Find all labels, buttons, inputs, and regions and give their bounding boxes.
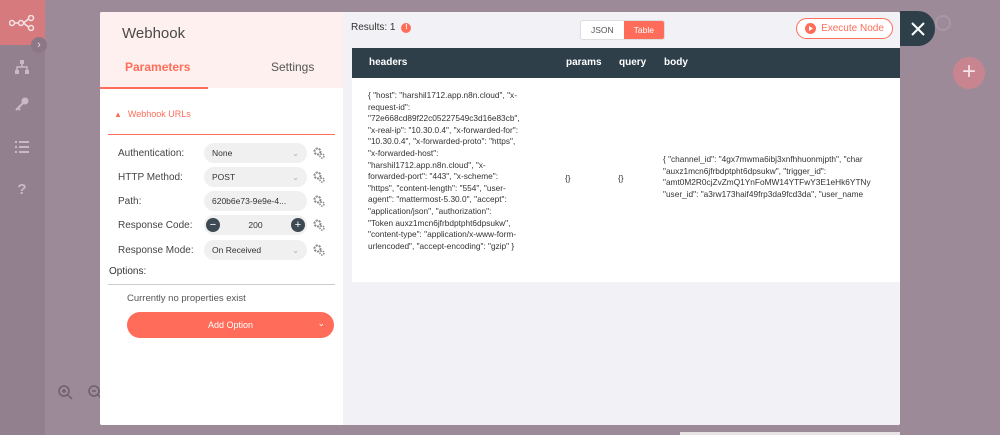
body-line: "auxz1mcn6jfrbdptpht6dpsukw", "trigger_i… bbox=[663, 165, 827, 176]
no-properties-text: Currently no properties exist bbox=[127, 293, 246, 304]
add-option-label: Add Option bbox=[207, 320, 254, 330]
tab-parameters[interactable]: Parameters bbox=[125, 60, 190, 74]
headers-line: "https", "content-length": "554", "user- bbox=[368, 182, 506, 193]
authentication-row: Authentication: None ⌄ bbox=[118, 143, 333, 163]
headers-line: agent": "mattermost-5.30.0", "accept": bbox=[368, 194, 507, 205]
column-header-params: params bbox=[566, 57, 602, 68]
headers-line: "application/json", "authorization": bbox=[368, 205, 492, 216]
decrement-button[interactable]: − bbox=[206, 218, 220, 232]
view-table-button[interactable]: Table bbox=[623, 21, 664, 39]
close-modal-button[interactable] bbox=[900, 11, 935, 46]
body-line: "user_id": "a3rw173haif49frp3da9fcd3da",… bbox=[663, 188, 864, 199]
headers-line: "x-forwarded-host": bbox=[368, 147, 439, 158]
path-label: Path: bbox=[118, 195, 142, 207]
body-line: { "channel_id": "4gx7mwma6ibj3xnfhhuonmj… bbox=[663, 154, 863, 164]
chevron-down-icon: ⌄ bbox=[317, 318, 325, 328]
webhook-urls-toggle[interactable]: ▲ Webhook URLs bbox=[114, 109, 191, 119]
output-panel: Results: 1 ! JSON Table Execute Node hea… bbox=[343, 12, 900, 425]
node-details-modal: Webhook Parameters Settings ▲ Webhook UR… bbox=[100, 12, 900, 425]
headers-line: "harshil1712.app.n8n.cloud", "x- bbox=[368, 159, 486, 170]
response-code-value[interactable]: 200 bbox=[248, 220, 262, 230]
webhook-urls-label: Webhook URLs bbox=[127, 109, 191, 119]
headers-line: urlencoded", "accept-encoding": "gzip" } bbox=[368, 240, 515, 251]
play-icon bbox=[805, 23, 817, 34]
results-summary: Results: 1 ! bbox=[351, 22, 412, 33]
list-icon[interactable] bbox=[10, 135, 34, 159]
workflow-icon[interactable] bbox=[10, 55, 34, 79]
gear-icon[interactable] bbox=[312, 219, 326, 231]
cell-params: {} bbox=[565, 173, 571, 183]
response-mode-label: Response Mode: bbox=[118, 244, 194, 256]
canvas-ring-icon bbox=[935, 15, 951, 31]
column-header-query: query bbox=[619, 57, 647, 68]
cell-body: { "channel_id": "4gx7mwma6ibj3xnfhhuonmj… bbox=[663, 154, 900, 200]
close-icon bbox=[910, 21, 925, 36]
execute-node-label: Execute Node bbox=[821, 23, 884, 34]
headers-line: { "host": "harshil1712.app.n8n.cloud", "… bbox=[368, 90, 517, 100]
view-toggle: JSON Table bbox=[580, 20, 665, 40]
headers-line: "Token auxz1mcn6jfrbdptpht6dpsukw", bbox=[368, 217, 511, 228]
headers-line: "content-type": "application/x-www-form- bbox=[368, 229, 517, 240]
path-row: Path: 620b6e73-9e9e-4... bbox=[118, 191, 333, 211]
caret-up-icon: ▲ bbox=[114, 109, 122, 119]
http-method-value: POST bbox=[212, 172, 236, 182]
authentication-value: None bbox=[212, 148, 233, 158]
chevron-down-icon: ⌄ bbox=[292, 172, 299, 182]
headers-line: forwarded-port": "443", "x-scheme": bbox=[368, 171, 499, 182]
gear-icon[interactable] bbox=[312, 171, 326, 183]
gear-icon[interactable] bbox=[312, 244, 326, 256]
response-code-label: Response Code: bbox=[118, 219, 193, 231]
add-node-button[interactable]: + bbox=[953, 57, 985, 89]
authentication-select[interactable]: None ⌄ bbox=[204, 143, 307, 163]
active-tab-indicator bbox=[100, 87, 208, 89]
parameters-panel: Webhook Parameters Settings ▲ Webhook UR… bbox=[100, 12, 343, 425]
body-line: "amt0M2R0cjZvZmQ1YnFoMW14YTFwY3E1eHk6YTN… bbox=[663, 177, 871, 188]
output-table: headers params query body { "host": "har… bbox=[352, 48, 900, 282]
zoom-in-icon[interactable] bbox=[55, 382, 75, 402]
column-header-body: body bbox=[664, 57, 688, 68]
execute-node-button[interactable]: Execute Node bbox=[796, 18, 893, 39]
http-method-row: HTTP Method: POST ⌄ bbox=[118, 167, 333, 187]
chevron-down-icon: ⌄ bbox=[292, 148, 299, 158]
headers-line: "72e668cd89f22c05227549c3d16e83cb", bbox=[368, 113, 520, 124]
table-header: headers params query body bbox=[352, 48, 900, 78]
tab-settings[interactable]: Settings bbox=[271, 60, 314, 74]
expand-sidebar-icon[interactable]: › bbox=[31, 37, 47, 53]
help-icon[interactable]: ? bbox=[10, 177, 34, 201]
chevron-down-icon: ⌄ bbox=[292, 245, 299, 255]
editor-sidebar: › ? bbox=[0, 0, 47, 435]
view-json-button[interactable]: JSON bbox=[581, 21, 624, 39]
options-label: Options: bbox=[109, 266, 147, 277]
headers-line: "10.30.0.4", "x-forwarded-proto": "https… bbox=[368, 136, 516, 147]
node-title[interactable]: Webhook bbox=[122, 25, 185, 42]
options-divider bbox=[108, 284, 335, 285]
response-code-stepper[interactable]: − 200 + bbox=[204, 215, 307, 235]
logo-nodes-icon bbox=[8, 14, 34, 31]
path-input[interactable]: 620b6e73-9e9e-4... bbox=[204, 191, 307, 211]
results-count: Results: 1 bbox=[351, 22, 396, 33]
response-mode-value: On Received bbox=[212, 245, 262, 255]
http-method-select[interactable]: POST ⌄ bbox=[204, 167, 307, 187]
response-mode-row: Response Mode: On Received ⌄ bbox=[118, 240, 333, 260]
section-divider bbox=[108, 134, 335, 135]
authentication-label: Authentication: bbox=[118, 147, 185, 159]
response-mode-select[interactable]: On Received ⌄ bbox=[204, 240, 307, 260]
add-option-button[interactable]: Add Option ⌄ bbox=[127, 312, 334, 338]
gear-icon[interactable] bbox=[312, 147, 326, 159]
path-value: 620b6e73-9e9e-4... bbox=[212, 196, 287, 206]
cell-query: {} bbox=[618, 173, 624, 183]
headers-line: request-id": bbox=[368, 101, 411, 112]
info-icon[interactable]: ! bbox=[401, 22, 412, 33]
response-code-row: Response Code: − 200 + bbox=[118, 215, 333, 235]
http-method-label: HTTP Method: bbox=[118, 171, 183, 183]
column-header-headers: headers bbox=[369, 57, 408, 68]
parameters-header: Webhook Parameters Settings bbox=[100, 12, 343, 89]
increment-button[interactable]: + bbox=[291, 218, 305, 232]
key-icon[interactable] bbox=[10, 92, 34, 116]
headers-line: "x-real-ip": "10.30.0.4", "x-forwarded-f… bbox=[368, 124, 519, 135]
gear-icon[interactable] bbox=[312, 195, 326, 207]
cell-headers: { "host": "harshil1712.app.n8n.cloud", "… bbox=[368, 90, 554, 252]
